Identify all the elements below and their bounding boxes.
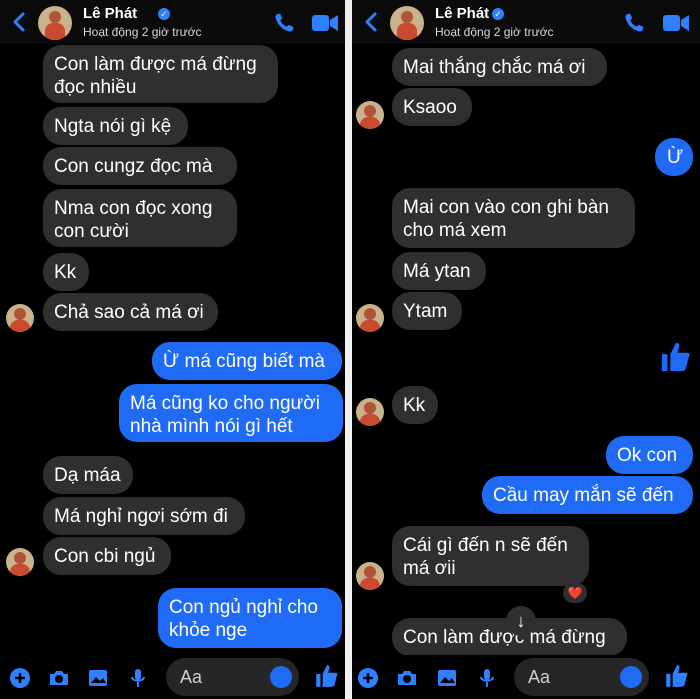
message-bubble[interactable]: Con cungz đọc mà	[43, 147, 237, 185]
contact-avatar-small	[356, 304, 384, 332]
microphone-icon[interactable]	[127, 667, 149, 689]
activity-status: Hoạt động 2 giờ trước	[435, 25, 554, 39]
message-bubble[interactable]: Cái gì đến n sẽ đến má ơii	[392, 526, 589, 586]
contact-avatar-small	[356, 101, 384, 129]
message-bubble[interactable]: Chả sao cả má ơi	[43, 293, 218, 331]
composer-bar: Aa	[352, 655, 700, 699]
message-bubble-sent[interactable]: Ừ má cũng biết mà	[152, 342, 342, 380]
message-placeholder: Aa	[180, 667, 203, 687]
contact-name[interactable]: Lê Phát	[83, 5, 137, 22]
call-icon[interactable]	[623, 12, 645, 34]
back-icon[interactable]	[362, 10, 382, 34]
message-bubble[interactable]: Má ytan	[392, 252, 486, 290]
contact-avatar-small	[356, 398, 384, 426]
chat-header: Lê Phát ✓ Hoạt động 2 giờ trước	[352, 0, 700, 44]
microphone-icon[interactable]	[476, 667, 498, 689]
message-bubble[interactable]: Mai thắng chắc má ơi	[392, 48, 607, 86]
back-icon[interactable]	[10, 10, 30, 34]
like-icon[interactable]	[314, 663, 340, 689]
message-placeholder: Aa	[528, 667, 551, 687]
message-bubble[interactable]: Con cbi ngủ	[43, 537, 171, 575]
verified-icon: ✓	[158, 8, 170, 20]
message-bubble-sent[interactable]: Ok con	[606, 436, 693, 474]
composer-bar: Aa	[0, 655, 345, 699]
message-bubble[interactable]: Kk	[43, 253, 89, 291]
contact-avatar[interactable]	[390, 6, 424, 40]
plus-icon[interactable]	[9, 667, 31, 689]
message-bubble[interactable]: Ytam	[392, 292, 462, 330]
emoji-icon[interactable]	[270, 666, 292, 688]
message-bubble[interactable]: Dạ máa	[43, 456, 133, 494]
heart-reaction[interactable]: ❤️	[563, 583, 587, 603]
camera-icon[interactable]	[396, 667, 418, 689]
message-bubble[interactable]: Mai con vào con ghi bàn cho má xem	[392, 188, 635, 248]
emoji-icon[interactable]	[620, 666, 642, 688]
contact-name[interactable]: Lê Phát	[435, 5, 489, 22]
chat-header: Lê Phát ✓ Hoạt động 2 giờ trước	[0, 0, 345, 44]
scroll-down-button[interactable]: ↓	[506, 606, 536, 636]
like-sticker-icon	[661, 342, 690, 372]
gallery-icon[interactable]	[87, 667, 109, 689]
message-bubble[interactable]: Con làm được má đừng đọc nhiều	[43, 45, 278, 103]
message-bubble-sent[interactable]: Ừ	[655, 138, 693, 176]
like-icon[interactable]	[664, 663, 690, 689]
gallery-icon[interactable]	[436, 667, 458, 689]
call-icon[interactable]	[273, 12, 295, 34]
contact-avatar-small	[6, 304, 34, 332]
message-bubble[interactable]: Kk	[392, 386, 438, 424]
contact-avatar-small	[6, 548, 34, 576]
message-bubble-sent[interactable]: Má cũng ko cho người nhà mình nói gì hết	[119, 384, 343, 442]
message-input[interactable]: Aa	[166, 658, 299, 696]
message-bubble[interactable]: Ksaoo	[392, 88, 472, 126]
message-input[interactable]: Aa	[514, 658, 649, 696]
verified-icon: ✓	[492, 8, 504, 20]
right-chat-panel: Lê Phát ✓ Hoạt động 2 giờ trước Mai thắn…	[352, 0, 700, 699]
message-bubble[interactable]: Má nghỉ ngơi sớm đi	[43, 497, 245, 535]
message-bubble[interactable]: Nma con đọc xong con cười	[43, 189, 237, 247]
contact-avatar[interactable]	[38, 6, 72, 40]
left-chat-panel: Lê Phát ✓ Hoạt động 2 giờ trước Con làm …	[0, 0, 345, 699]
activity-status: Hoạt động 2 giờ trước	[83, 25, 202, 39]
message-bubble-sent[interactable]: Cầu may mắn sẽ đến	[482, 476, 693, 514]
video-call-icon[interactable]	[663, 14, 689, 32]
message-bubble[interactable]: Ngta nói gì kệ	[43, 107, 188, 145]
camera-icon[interactable]	[48, 667, 70, 689]
video-call-icon[interactable]	[312, 14, 338, 32]
contact-avatar-small	[356, 562, 384, 590]
panel-divider	[345, 0, 352, 699]
message-bubble-sent[interactable]: Con ngủ nghỉ cho khỏe nge	[158, 588, 342, 648]
plus-icon[interactable]	[357, 667, 379, 689]
